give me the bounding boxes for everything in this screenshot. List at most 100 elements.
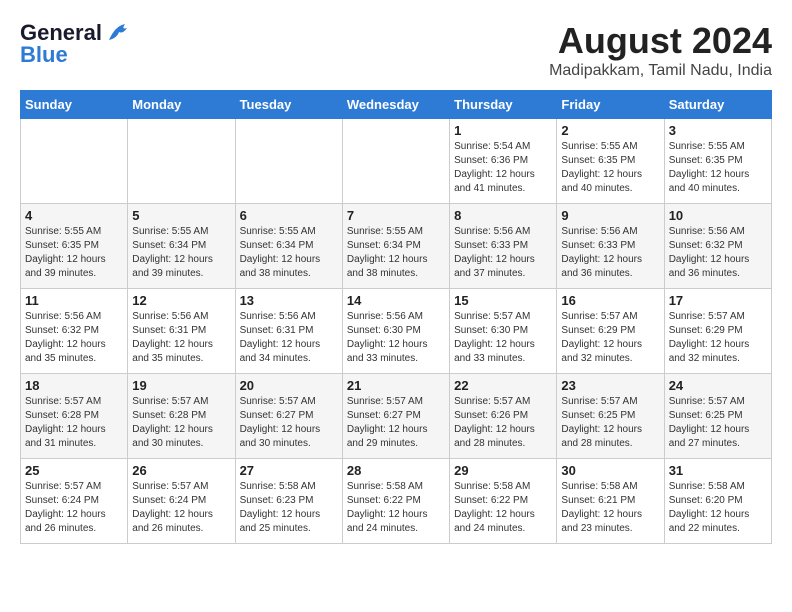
calendar-cell: 13 Sunrise: 5:56 AM Sunset: 6:31 PM Dayli… — [235, 289, 342, 374]
day-info: Sunrise: 5:56 AM Sunset: 6:31 PM Dayligh… — [132, 310, 230, 366]
col-header-tuesday: Tuesday — [235, 91, 342, 119]
header-row: SundayMondayTuesdayWednesdayThursdayFrid… — [21, 91, 772, 119]
logo: General Blue — [20, 20, 133, 68]
title-block: August 2024 Madipakkam, Tamil Nadu, Indi… — [549, 20, 772, 80]
day-number: 5 — [132, 208, 230, 223]
calendar-cell: 22 Sunrise: 5:57 AM Sunset: 6:26 PM Dayli… — [450, 374, 557, 459]
calendar-week-row: 25Sunrise: 5:57 AM Sunset: 6:24 PM Dayli… — [21, 459, 772, 544]
calendar-cell: 1 Sunrise: 5:54 AM Sunset: 6:36 PM Daylig… — [450, 119, 557, 204]
day-number: 28 — [347, 463, 445, 478]
calendar-cell: 31 Sunrise: 5:58 AM Sunset: 6:20 PM Dayli… — [664, 459, 771, 544]
day-number: 13 — [240, 293, 338, 308]
day-number: 23 — [561, 378, 659, 393]
calendar-cell: 4Sunrise: 5:55 AM Sunset: 6:35 PM Daylig… — [21, 204, 128, 289]
col-header-saturday: Saturday — [664, 91, 771, 119]
calendar-cell — [235, 119, 342, 204]
day-info: Sunrise: 5:56 AM Sunset: 6:31 PM Dayligh… — [240, 310, 338, 366]
day-number: 31 — [669, 463, 767, 478]
logo-blue: Blue — [20, 42, 68, 68]
day-number: 1 — [454, 123, 552, 138]
day-info: Sunrise: 5:54 AM Sunset: 6:36 PM Dayligh… — [454, 140, 552, 196]
day-info: Sunrise: 5:57 AM Sunset: 6:24 PM Dayligh… — [132, 480, 230, 536]
day-info: Sunrise: 5:57 AM Sunset: 6:25 PM Dayligh… — [561, 395, 659, 451]
calendar-cell: 10Sunrise: 5:56 AM Sunset: 6:32 PM Dayli… — [664, 204, 771, 289]
day-number: 20 — [240, 378, 338, 393]
calendar-cell — [21, 119, 128, 204]
calendar-cell: 25Sunrise: 5:57 AM Sunset: 6:24 PM Dayli… — [21, 459, 128, 544]
day-info: Sunrise: 5:56 AM Sunset: 6:33 PM Dayligh… — [454, 225, 552, 281]
month-year-title: August 2024 — [549, 20, 772, 62]
day-number: 3 — [669, 123, 767, 138]
calendar-cell: 18 Sunrise: 5:57 AM Sunset: 6:28 PM Dayli… — [21, 374, 128, 459]
calendar-cell: 15Sunrise: 5:57 AM Sunset: 6:30 PM Dayli… — [450, 289, 557, 374]
day-number: 22 — [454, 378, 552, 393]
day-number: 14 — [347, 293, 445, 308]
day-info: Sunrise: 5:58 AM Sunset: 6:23 PM Dayligh… — [240, 480, 338, 536]
calendar-cell: 3Sunrise: 5:55 AM Sunset: 6:35 PM Daylig… — [664, 119, 771, 204]
col-header-friday: Friday — [557, 91, 664, 119]
day-number: 2 — [561, 123, 659, 138]
calendar-cell: 27 Sunrise: 5:58 AM Sunset: 6:23 PM Dayli… — [235, 459, 342, 544]
calendar-week-row: 11 Sunrise: 5:56 AM Sunset: 6:32 PM Dayli… — [21, 289, 772, 374]
day-info: Sunrise: 5:57 AM Sunset: 6:24 PM Dayligh… — [25, 480, 123, 536]
day-info: Sunrise: 5:56 AM Sunset: 6:32 PM Dayligh… — [25, 310, 123, 366]
calendar-cell: 14 Sunrise: 5:56 AM Sunset: 6:30 PM Dayli… — [342, 289, 449, 374]
calendar-cell: 16 Sunrise: 5:57 AM Sunset: 6:29 PM Dayli… — [557, 289, 664, 374]
col-header-thursday: Thursday — [450, 91, 557, 119]
col-header-sunday: Sunday — [21, 91, 128, 119]
calendar-cell: 6 Sunrise: 5:55 AM Sunset: 6:34 PM Daylig… — [235, 204, 342, 289]
calendar-cell — [342, 119, 449, 204]
day-info: Sunrise: 5:55 AM Sunset: 6:34 PM Dayligh… — [240, 225, 338, 281]
calendar-cell: 9Sunrise: 5:56 AM Sunset: 6:33 PM Daylig… — [557, 204, 664, 289]
day-number: 27 — [240, 463, 338, 478]
calendar-week-row: 4Sunrise: 5:55 AM Sunset: 6:35 PM Daylig… — [21, 204, 772, 289]
day-number: 7 — [347, 208, 445, 223]
day-info: Sunrise: 5:57 AM Sunset: 6:27 PM Dayligh… — [347, 395, 445, 451]
day-info: Sunrise: 5:58 AM Sunset: 6:21 PM Dayligh… — [561, 480, 659, 536]
day-info: Sunrise: 5:55 AM Sunset: 6:34 PM Dayligh… — [347, 225, 445, 281]
calendar-cell: 2 Sunrise: 5:55 AM Sunset: 6:35 PM Daylig… — [557, 119, 664, 204]
day-info: Sunrise: 5:57 AM Sunset: 6:28 PM Dayligh… — [25, 395, 123, 451]
day-number: 17 — [669, 293, 767, 308]
day-number: 10 — [669, 208, 767, 223]
day-number: 18 — [25, 378, 123, 393]
page-header: General Blue August 2024 Madipakkam, Tam… — [20, 20, 772, 80]
calendar-cell: 28 Sunrise: 5:58 AM Sunset: 6:22 PM Dayli… — [342, 459, 449, 544]
calendar-cell: 5 Sunrise: 5:55 AM Sunset: 6:34 PM Daylig… — [128, 204, 235, 289]
col-header-wednesday: Wednesday — [342, 91, 449, 119]
day-info: Sunrise: 5:56 AM Sunset: 6:30 PM Dayligh… — [347, 310, 445, 366]
day-info: Sunrise: 5:57 AM Sunset: 6:26 PM Dayligh… — [454, 395, 552, 451]
day-number: 8 — [454, 208, 552, 223]
day-number: 26 — [132, 463, 230, 478]
calendar-cell: 23 Sunrise: 5:57 AM Sunset: 6:25 PM Dayli… — [557, 374, 664, 459]
day-info: Sunrise: 5:57 AM Sunset: 6:29 PM Dayligh… — [669, 310, 767, 366]
calendar-cell: 8 Sunrise: 5:56 AM Sunset: 6:33 PM Daylig… — [450, 204, 557, 289]
day-number: 24 — [669, 378, 767, 393]
day-number: 12 — [132, 293, 230, 308]
location-subtitle: Madipakkam, Tamil Nadu, India — [549, 62, 772, 80]
calendar-cell: 26 Sunrise: 5:57 AM Sunset: 6:24 PM Dayli… — [128, 459, 235, 544]
calendar-week-row: 18 Sunrise: 5:57 AM Sunset: 6:28 PM Dayli… — [21, 374, 772, 459]
day-number: 9 — [561, 208, 659, 223]
day-number: 21 — [347, 378, 445, 393]
day-info: Sunrise: 5:57 AM Sunset: 6:30 PM Dayligh… — [454, 310, 552, 366]
day-info: Sunrise: 5:55 AM Sunset: 6:35 PM Dayligh… — [561, 140, 659, 196]
day-number: 30 — [561, 463, 659, 478]
calendar-cell: 12 Sunrise: 5:56 AM Sunset: 6:31 PM Dayli… — [128, 289, 235, 374]
logo-bird-icon — [105, 22, 133, 44]
calendar-cell: 7 Sunrise: 5:55 AM Sunset: 6:34 PM Daylig… — [342, 204, 449, 289]
calendar-cell: 29 Sunrise: 5:58 AM Sunset: 6:22 PM Dayli… — [450, 459, 557, 544]
day-number: 29 — [454, 463, 552, 478]
day-number: 11 — [25, 293, 123, 308]
day-number: 16 — [561, 293, 659, 308]
day-info: Sunrise: 5:58 AM Sunset: 6:20 PM Dayligh… — [669, 480, 767, 536]
calendar-week-row: 1 Sunrise: 5:54 AM Sunset: 6:36 PM Daylig… — [21, 119, 772, 204]
calendar-cell: 21 Sunrise: 5:57 AM Sunset: 6:27 PM Dayli… — [342, 374, 449, 459]
day-info: Sunrise: 5:57 AM Sunset: 6:29 PM Dayligh… — [561, 310, 659, 366]
day-info: Sunrise: 5:55 AM Sunset: 6:35 PM Dayligh… — [25, 225, 123, 281]
day-info: Sunrise: 5:55 AM Sunset: 6:34 PM Dayligh… — [132, 225, 230, 281]
day-info: Sunrise: 5:58 AM Sunset: 6:22 PM Dayligh… — [454, 480, 552, 536]
day-info: Sunrise: 5:57 AM Sunset: 6:28 PM Dayligh… — [132, 395, 230, 451]
day-info: Sunrise: 5:58 AM Sunset: 6:22 PM Dayligh… — [347, 480, 445, 536]
day-number: 6 — [240, 208, 338, 223]
